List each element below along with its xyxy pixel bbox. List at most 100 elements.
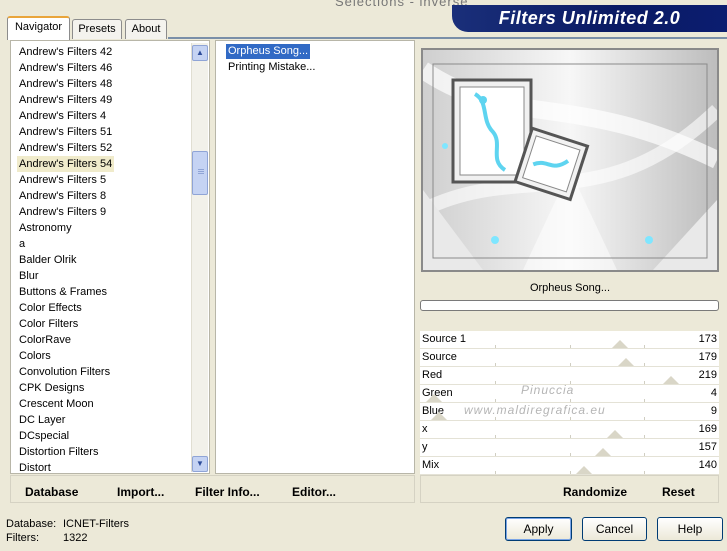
param-value: 157	[698, 441, 717, 453]
category-item[interactable]: Color Filters	[19, 316, 78, 332]
category-item[interactable]: Blur	[19, 268, 39, 284]
scroll-thumb[interactable]	[192, 151, 208, 195]
preview-artwork	[423, 50, 717, 270]
filter-list[interactable]: Orpheus Song... Printing Mistake...	[215, 40, 415, 474]
category-list[interactable]: Andrew's Filters 42 Andrew's Filters 46 An…	[10, 40, 210, 474]
category-item[interactable]: Andrew's Filters 54	[17, 156, 115, 172]
scroll-up-button[interactable]: ▲	[192, 45, 208, 61]
category-item[interactable]: Color Effects	[19, 300, 82, 316]
param-label: Mix	[422, 459, 440, 471]
cancel-button[interactable]: Cancel	[582, 517, 647, 541]
reset-button[interactable]: Reset	[662, 485, 695, 499]
category-item[interactable]: Andrew's Filters 5	[19, 172, 106, 188]
background-window-title: Selections - inverse	[335, 0, 469, 9]
category-item[interactable]: Buttons & Frames	[19, 284, 107, 300]
category-item[interactable]: Balder Olrik	[19, 252, 76, 268]
param-label: Source	[422, 351, 457, 363]
param-row[interactable]: y 157	[420, 439, 719, 457]
category-item[interactable]: Andrew's Filters 48	[19, 76, 112, 92]
apply-button[interactable]: Apply	[505, 517, 572, 541]
param-slider-tick	[644, 435, 645, 438]
category-item[interactable]: Distortion Filters	[19, 444, 98, 460]
category-scrollbar[interactable]: ▲ ▼	[191, 43, 208, 472]
param-slider-tick	[495, 345, 496, 348]
filter-item[interactable]: Orpheus Song...	[224, 43, 312, 60]
category-item[interactable]: Andrew's Filters 4	[19, 108, 106, 124]
randomize-button[interactable]: Randomize	[563, 485, 627, 499]
filters-count-label: Filters:	[6, 532, 39, 544]
param-value: 140	[698, 459, 717, 471]
category-item[interactable]: Distort	[19, 460, 51, 476]
param-slider-knob[interactable]	[663, 376, 679, 384]
param-slider-tick	[495, 363, 496, 366]
param-slider-tick	[495, 381, 496, 384]
database-button[interactable]: Database	[25, 485, 78, 499]
param-slider-knob[interactable]	[431, 412, 447, 420]
param-row[interactable]: x 169	[420, 421, 719, 439]
param-slider-tick	[644, 399, 645, 402]
category-item[interactable]: Andrew's Filters 42	[19, 44, 112, 60]
param-label: Red	[422, 369, 443, 381]
param-slider-tick	[570, 435, 571, 438]
category-item[interactable]: Convolution Filters	[19, 364, 110, 380]
param-slider-tick	[644, 345, 645, 348]
param-slider-tick	[644, 417, 645, 420]
category-item[interactable]: DCspecial	[19, 428, 69, 444]
param-row[interactable]: Source 1 173	[420, 331, 719, 349]
param-slider-tick	[570, 363, 571, 366]
param-label: x	[422, 423, 428, 435]
param-slider-knob[interactable]	[576, 466, 592, 474]
category-item[interactable]: Crescent Moon	[19, 396, 94, 412]
param-slider-tick	[644, 471, 645, 474]
help-button[interactable]: Help	[657, 517, 723, 541]
param-slider-tick	[495, 453, 496, 456]
param-value: 9	[710, 405, 717, 417]
filters-count-value: 1322	[63, 532, 88, 544]
category-item[interactable]: Andrew's Filters 52	[19, 140, 112, 156]
progress-bar	[420, 300, 719, 311]
param-slider-tick	[570, 399, 571, 402]
param-slider-tick	[495, 417, 496, 420]
category-item[interactable]: Andrew's Filters 51	[19, 124, 112, 140]
category-item[interactable]: DC Layer	[19, 412, 65, 428]
param-row[interactable]: Source 179	[420, 349, 719, 367]
param-slider-tick	[570, 417, 571, 420]
category-item[interactable]: Andrew's Filters 46	[19, 60, 112, 76]
category-item[interactable]: Colors	[19, 348, 51, 364]
scroll-down-button[interactable]: ▼	[192, 456, 208, 472]
param-slider-tick	[644, 381, 645, 384]
category-item[interactable]: CPK Designs	[19, 380, 84, 396]
import-button[interactable]: Import...	[117, 485, 164, 499]
param-slider-knob[interactable]	[607, 430, 623, 438]
watermark-name: Pinuccia	[521, 383, 575, 397]
param-row[interactable]: Mix 140	[420, 457, 719, 475]
tab-navigator[interactable]: Navigator	[7, 16, 70, 40]
param-slider-knob[interactable]	[595, 448, 611, 456]
editor-button[interactable]: Editor...	[292, 485, 336, 499]
category-item[interactable]: ColorRave	[19, 332, 71, 348]
param-slider-knob[interactable]	[612, 340, 628, 348]
category-item[interactable]: Andrew's Filters 8	[19, 188, 106, 204]
category-item[interactable]: Andrew's Filters 9	[19, 204, 106, 220]
param-label: Source 1	[422, 333, 467, 345]
param-slider-knob[interactable]	[426, 394, 442, 402]
database-label: Database:	[6, 518, 57, 530]
param-label: y	[422, 441, 428, 453]
tab-presets[interactable]: Presets	[72, 19, 122, 39]
header-divider	[168, 37, 727, 39]
tab-about[interactable]: About	[125, 19, 167, 39]
param-slider-tick	[570, 471, 571, 474]
category-item[interactable]: Astronomy	[19, 220, 72, 236]
param-value: 169	[698, 423, 717, 435]
param-slider-knob[interactable]	[618, 358, 634, 366]
param-slider-tick	[495, 471, 496, 474]
category-item[interactable]: a	[19, 236, 25, 252]
filter-info-button[interactable]: Filter Info...	[195, 485, 260, 499]
filter-item[interactable]: Printing Mistake...	[226, 60, 317, 75]
category-item[interactable]: Andrew's Filters 49	[19, 92, 112, 108]
param-slider-tick	[495, 435, 496, 438]
database-value: ICNET-Filters	[63, 518, 129, 530]
param-slider-tick	[644, 453, 645, 456]
param-slider-tick	[570, 345, 571, 348]
param-value: 219	[698, 369, 717, 381]
